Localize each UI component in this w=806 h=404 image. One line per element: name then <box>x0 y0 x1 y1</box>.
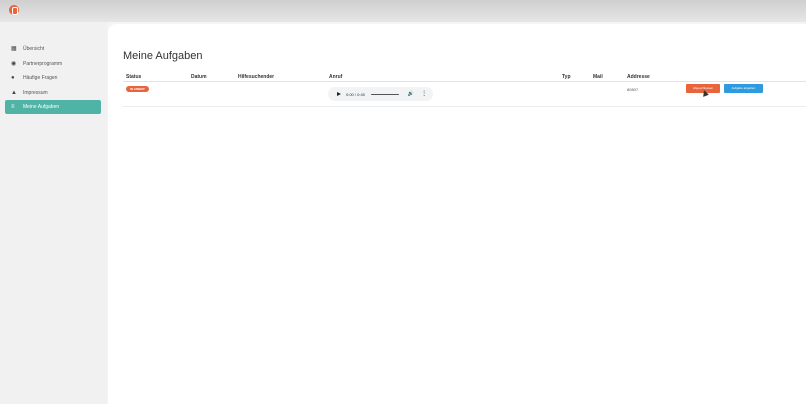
sidebar-item-partnerprogramm[interactable]: ◉ Partnerprogramm <box>5 57 101 71</box>
sidebar-item-label: Partnerprogramm <box>23 61 63 67</box>
main-panel: Meine Aufgaben Status Datum Hilfesuchend… <box>108 24 806 404</box>
eye-icon: ◉ <box>11 60 17 67</box>
audio-progress-slider[interactable] <box>370 93 399 95</box>
column-header-addresse: Addresse <box>627 74 650 80</box>
map-icon: ▦ <box>11 45 17 52</box>
column-header-datum: Datum <box>191 74 207 80</box>
column-header-mail: Mail <box>593 74 603 80</box>
top-bar <box>0 0 806 22</box>
column-header-typ: Typ <box>562 74 571 80</box>
address-value: 80807 <box>627 87 639 92</box>
column-header-anruf: Anruf <box>329 74 343 80</box>
column-header-status: Status <box>126 74 142 80</box>
column-header-hilfesuchender: Hilfesuchender <box>238 74 275 80</box>
audio-time: 0:00 / 0:45 <box>346 91 365 97</box>
table-header: Status Datum Hilfesuchender Anruf Typ Ma… <box>123 73 806 82</box>
sidebar: ▦ Übersicht ◉ Partnerprogramm ● Häufige … <box>0 22 107 404</box>
play-icon[interactable] <box>337 92 341 96</box>
sidebar-item-label: Impressum <box>23 90 48 96</box>
sidebar-item-meine-aufgaben[interactable]: ≡ Meine Aufgaben <box>5 100 101 114</box>
sidebar-item-uebersicht[interactable]: ▦ Übersicht <box>5 42 101 56</box>
sidebar-item-label: Meine Aufgaben <box>23 104 60 110</box>
sidebar-item-label: Übersicht <box>23 46 45 52</box>
sidebar-item-faq[interactable]: ● Häufige Fragen <box>5 71 101 85</box>
person-icon: ▲ <box>11 89 17 96</box>
table-row: IN ARBEIT 0:00 / 0:45 🔊 ⋮ 80807 Abgeschl… <box>123 82 806 107</box>
hand-over-task-button[interactable]: Aufgabe abgeben <box>724 84 763 93</box>
sidebar-item-label: Häufige Fragen <box>23 75 58 81</box>
list-icon: ≡ <box>11 103 15 110</box>
sidebar-item-impressum[interactable]: ▲ Impressum <box>5 86 101 100</box>
audio-player[interactable]: 0:00 / 0:45 🔊 ⋮ <box>328 87 433 101</box>
question-icon: ● <box>11 74 15 81</box>
more-options-icon[interactable]: ⋮ <box>421 91 427 97</box>
volume-icon[interactable]: 🔊 <box>408 91 414 97</box>
status-badge: IN ARBEIT <box>126 86 149 92</box>
app-logo-icon[interactable] <box>9 5 19 15</box>
page-title: Meine Aufgaben <box>123 50 203 62</box>
